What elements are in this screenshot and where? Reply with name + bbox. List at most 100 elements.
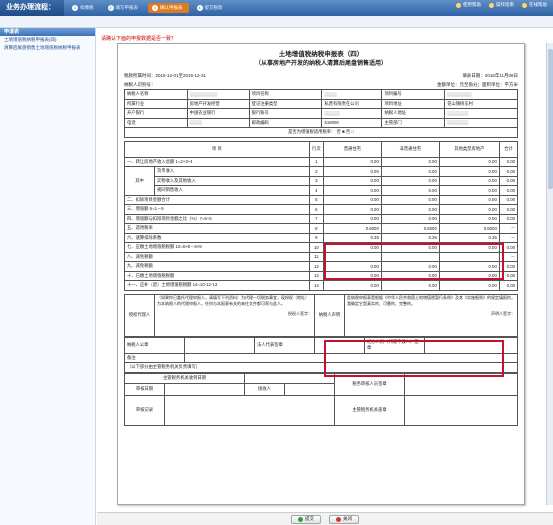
row-item: 七、应缴土地增值税税额 10=6×8－5×9 xyxy=(124,242,310,253)
cell-total: － xyxy=(498,223,519,234)
cell-other: 0.00 xyxy=(438,185,500,196)
cell-general: 0.00 xyxy=(322,213,382,224)
cell-total: 0.00 xyxy=(498,194,519,205)
help-link[interactable]: 使用帮助 xyxy=(456,2,481,8)
row-line: 5 xyxy=(308,194,324,205)
cell-nongeneral: 0.00 xyxy=(380,166,440,177)
table-row: 四、增值额与扣除项目金额之比（%）7=6÷5 7 0.00 0.00 0.00 0.00 xyxy=(124,213,519,224)
close-button[interactable]: 关闭 xyxy=(329,514,359,524)
cell-general: 0.00 xyxy=(322,175,382,186)
cell-other: 0.00 xyxy=(438,166,500,177)
taxpayer-info-table: 纳税人名称 ▒▒▒▒▒▒▒▒▒ 项目名称 ▒▒▒▒ 项目编号 ▒▒▒▒▒▒▒▒ 所属行… xyxy=(124,89,518,138)
agent-sign: 授权人签字： xyxy=(288,310,312,316)
cell-other: 0.6000 xyxy=(438,223,500,234)
table-row: 视同销售收入 4 0.00 0.00 0.00 0.00 xyxy=(125,185,519,196)
row-item: 二、扣除项目金额合计 xyxy=(124,194,310,205)
row-line: 11 xyxy=(308,251,324,262)
cell-other: 0.00 xyxy=(438,280,500,291)
row-item: 一、转让房地产收入总额 1=2+3+4 xyxy=(124,156,310,167)
unit-label: 金额单位：元至角分；面积单位：平方米 xyxy=(437,82,518,87)
table-row: 三、增值额 6=1－5 6 0.00 0.00 0.00 0.00 xyxy=(124,204,519,215)
main-area: 请确认下面的申报数据是否一致？ 土地增值税纳税申报表（四） （从事房地产开发的纳… xyxy=(97,35,553,510)
button-bar: 提交 关闭 xyxy=(97,512,553,525)
cell-total: 0.00 xyxy=(498,185,519,196)
step-3-active[interactable]: 3 确认申报表 xyxy=(148,3,189,13)
declaration-form: 土地增值税纳税申报表（四） （从事房地产开发的纳税人清算后尾盘销售适用） 税款所… xyxy=(117,43,525,505)
cell-total: 0.00 xyxy=(498,156,519,167)
scrollbar[interactable] xyxy=(546,43,553,505)
row-line: 4 xyxy=(308,185,324,196)
confirm-button[interactable]: 提交 xyxy=(291,514,321,524)
cell-nongeneral: 0.00 xyxy=(380,204,440,215)
step-1[interactable]: 1 扣缴税 xyxy=(68,3,100,13)
sub-toolbar xyxy=(0,16,553,28)
cell-general: 0.00 xyxy=(322,280,382,291)
warning-text: 请确认下面的申报数据是否一致？ xyxy=(101,36,177,42)
cell-other: 0.35 xyxy=(438,232,500,243)
cell-total: 0.00 xyxy=(498,175,519,186)
cell-other: 0.00 xyxy=(438,194,500,205)
cell-general: 0.00 xyxy=(322,156,382,167)
project-addr-value: 花山镇杨东村 xyxy=(444,98,518,109)
cell-other: 0.00 xyxy=(438,156,500,167)
row-line: 13 xyxy=(308,270,324,281)
agent-head: 授权代理人 xyxy=(124,293,155,337)
row-line: 10 xyxy=(308,242,324,253)
row-line: 3 xyxy=(308,175,324,186)
sidebar-item-form4[interactable]: 土地增值税纳税申报表(四) xyxy=(0,36,95,44)
sidebar: 申请表 土地增值税纳税申报表(四) 清算后尾盘销售土地增值税纳税申报表 xyxy=(0,28,96,525)
table-row: 二、扣除项目金额合计 5 0.00 0.00 0.00 0.00 xyxy=(124,194,519,205)
declarant-sign: 声明人签字： xyxy=(491,310,515,316)
online-help-icon xyxy=(522,2,527,8)
cell-nongeneral: 0.00 xyxy=(380,156,440,167)
rate-question: 是否为增值税适用税率： 否 ■ 否 □ xyxy=(124,127,518,138)
guide-link[interactable]: 操作指南 xyxy=(489,2,514,8)
industry-value: 房地产开发经营 xyxy=(186,98,250,109)
bank-value: 中国农业银行 xyxy=(186,108,250,119)
cell-general: 0.35 xyxy=(322,232,382,243)
declarant-text: 此纳税申报表是根据《中华人民共和国土地增值税暂行条例》及其《实施细则》的规定填报… xyxy=(347,294,515,306)
row-item: 实物收入及其他收入 xyxy=(154,175,310,186)
cell-total: 0.00 xyxy=(498,166,519,177)
cell-general: 0.00 xyxy=(322,166,382,177)
cell-other: 0.00 xyxy=(438,204,500,215)
fill-date: 2016年11月08日 xyxy=(484,73,518,78)
row-item: 五、适用税率 xyxy=(124,223,310,234)
cell-total: 0.00 xyxy=(498,280,519,291)
row-line: 12 xyxy=(308,261,324,272)
row-line: 1 xyxy=(308,156,324,167)
guide-icon xyxy=(489,2,494,8)
cell-nongeneral: 0.00 xyxy=(380,280,440,291)
cell-other: 0.00 xyxy=(438,213,500,224)
step-progress: 1 扣缴税 2 填写申报表 3 确认申报表 4 提交税款 xyxy=(64,0,229,16)
row-line: 6 xyxy=(308,204,324,215)
table-row: 六、速算扣除系数 9 0.35 0.35 0.35 － xyxy=(124,232,519,243)
top-bar: 业务办理流程： 1 扣缴税 2 填写申报表 3 确认申报表 4 提交税款 使用帮助 操作… xyxy=(0,0,553,16)
table-row: 十一、应补（退）土地增值税税额 14=10-12-13 14 0.00 0.00 0.0… xyxy=(124,280,519,291)
scroll-thumb[interactable] xyxy=(548,49,553,189)
cell-nongeneral: 0.35 xyxy=(380,232,440,243)
reg-type-value: 私营有限责任公司 xyxy=(321,98,383,109)
step-4[interactable]: 4 提交税款 xyxy=(193,3,229,13)
form-title: 土地增值税纳税申报表（四） xyxy=(278,51,364,58)
app-title: 业务办理流程： xyxy=(0,0,64,16)
cell-total: 0.00 xyxy=(498,213,519,224)
help-icon xyxy=(456,2,461,8)
online-help-link[interactable]: 在线帮助 xyxy=(522,2,547,8)
cell-nongeneral: 0.6000 xyxy=(380,223,440,234)
row-line: 14 xyxy=(308,280,324,291)
cell-nongeneral: 0.00 xyxy=(380,194,440,205)
declaration-table: 授权代理人 （如果你已委托代理申报人，请填写下列资料）为代理一切税务事宜，现授权… xyxy=(124,293,518,337)
step-2[interactable]: 2 填写申报表 xyxy=(104,3,145,13)
cell-nongeneral: 0.00 xyxy=(380,185,440,196)
row-item: 货币收入 xyxy=(154,166,310,177)
sidebar-item-tail-sales[interactable]: 清算后尾盘销售土地增值税纳税申报表 xyxy=(0,44,95,52)
cell-total: － xyxy=(498,232,519,243)
tax-period: 2015-12-01至2015-12-31 xyxy=(155,73,207,78)
form-subtitle: （从事房地产开发的纳税人清算后尾盘销售适用） xyxy=(254,61,387,67)
cell-general: 0.00 xyxy=(322,204,382,215)
table-row: 实物收入及其他收入 3 0.00 0.00 0.00 0.00 xyxy=(125,175,519,186)
taxpayer-id-label: 纳税人识别号： xyxy=(124,82,156,87)
row-line: 7 xyxy=(308,213,324,224)
row-item: 十一、应补（退）土地增值税税额 14=10-12-13 xyxy=(124,280,310,291)
